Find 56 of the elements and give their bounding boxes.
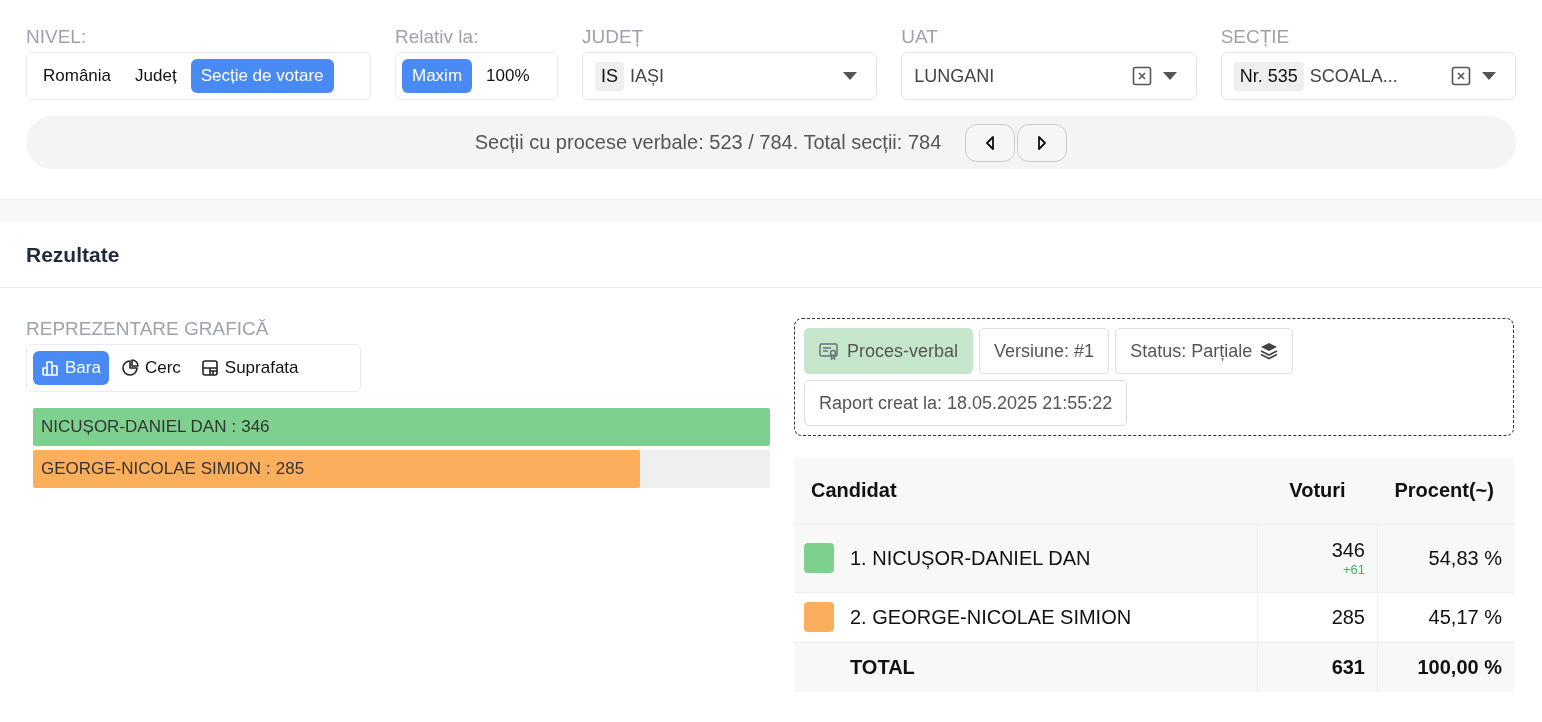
bar-label: GEORGE-NICOLAE SIMION — [41, 459, 262, 479]
column-header: Candidat — [794, 458, 1258, 524]
previous-button[interactable] — [965, 123, 1016, 162]
bar-value: 346 — [241, 417, 270, 437]
bar-label: NICUȘOR-DANIEL DAN — [41, 417, 227, 437]
filter-label: JUDEȚ — [582, 26, 645, 48]
table-cell: 100,00 % — [1377, 642, 1514, 692]
bar-value: 285 — [275, 459, 305, 479]
certificate-icon — [819, 342, 839, 360]
select-value: IAȘI — [630, 65, 666, 87]
filter-label: NIVEL: — [26, 26, 88, 48]
label-separator: : — [231, 417, 237, 437]
tag-text: Status: Parțiale — [1130, 340, 1253, 362]
candidate-name: 2. GEORGE-NICOLAE SIMION — [850, 605, 1132, 629]
filter-label: SECȚIE — [1220, 26, 1291, 48]
vote-count: 285 — [1330, 605, 1365, 629]
select-value: SCOALA... — [1309, 65, 1399, 87]
tag-text: Versiune: #1 — [994, 340, 1095, 362]
chart-type-tab[interactable]: Cerc — [112, 351, 189, 385]
select-field[interactable]: IS IAȘI — [582, 52, 878, 100]
vote-count: 346 — [1330, 539, 1365, 562]
column-header: Voturi — [1257, 458, 1378, 524]
code-tag: Nr. 535 — [1233, 61, 1304, 91]
caret-right-icon — [1037, 135, 1048, 150]
bar-chart-icon — [41, 359, 59, 377]
caret-icon — [1161, 71, 1178, 81]
table-cell: 45,17 % — [1377, 592, 1514, 642]
code-tag: IS — [595, 61, 624, 91]
caret-left-icon — [985, 135, 996, 150]
segment-tab[interactable]: Județ — [125, 59, 187, 93]
section-label: REPREZENTARE GRAFICĂ — [26, 318, 270, 340]
label-separator: : — [266, 459, 271, 479]
tag-text: Proces-verbal — [847, 340, 959, 362]
table-cell: 631 — [1257, 642, 1378, 692]
filter-label: Relativ la: — [395, 26, 480, 48]
table-cell: 54,83 % — [1377, 524, 1514, 592]
filter-label: UAT — [901, 26, 939, 48]
tag-text: Raport creat la: 18.05.2025 21:55:22 — [819, 392, 1113, 414]
select-value: LUNGANI — [914, 65, 996, 87]
caret-icon — [842, 71, 859, 81]
stats-text: Secții cu procese verbale: 523 / 784. Total secții: 784 — [474, 131, 942, 154]
pie-chart-icon — [120, 359, 139, 377]
layers-icon — [1260, 342, 1279, 360]
vote-change: +61 — [1341, 562, 1365, 577]
select-field[interactable]: Nr. 535 SCOALA... — [1220, 52, 1516, 100]
chart-type-tab[interactable]: Suprafata — [192, 351, 307, 385]
caret-icon — [1481, 71, 1497, 81]
segment-tab[interactable]: România — [33, 59, 122, 93]
segment-tab[interactable]: 100% — [476, 59, 540, 93]
section-title: Rezultate — [26, 242, 120, 267]
layout-grid-icon — [200, 359, 219, 377]
select-field[interactable]: LUNGANI — [901, 52, 1197, 100]
total-label: TOTAL — [850, 655, 915, 678]
column-header: Procent(~) — [1377, 458, 1514, 524]
candidate-name: 1. NICUȘOR-DANIEL DAN — [850, 546, 1091, 570]
next-button[interactable] — [1017, 123, 1068, 162]
